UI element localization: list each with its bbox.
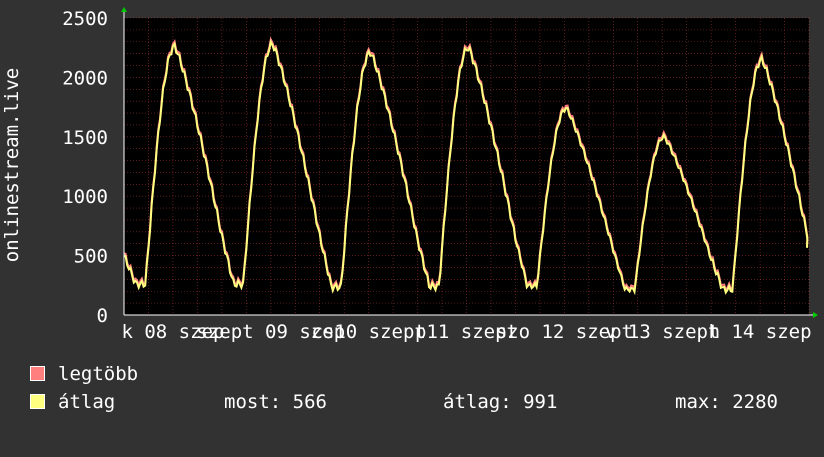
y-axis-arrow: [121, 7, 127, 12]
y-tick-label: 0: [97, 305, 108, 327]
x-tick-label: h 14 szep: [709, 321, 812, 343]
legend-item-avg: átlag: [30, 391, 115, 413]
x-tick-label: v 13 szept: [605, 321, 719, 343]
legend-swatch-max: [30, 366, 45, 381]
y-tick-label: 1500: [62, 127, 108, 149]
legend-item-max: legtöbb: [30, 363, 138, 385]
y-tick-label: 2500: [62, 8, 108, 30]
x-axis-arrow: [813, 312, 818, 318]
stat-average: átlag: 991: [443, 391, 558, 413]
y-axis-label: onlinestream.live: [1, 68, 23, 262]
legend-label-max: legtöbb: [58, 363, 139, 385]
chart: 05001000150020002500 k 08 szepszept 09 s…: [1, 7, 818, 343]
stat-current: most: 566: [224, 391, 327, 413]
y-tick-label: 1000: [62, 186, 108, 208]
x-tick-label: cs10 szept: [311, 321, 425, 343]
stat-max: max: 2280: [675, 391, 778, 413]
legend-label-avg: átlag: [58, 391, 116, 413]
y-tick-label: 2000: [62, 67, 108, 89]
legend-swatch-avg: [30, 394, 45, 409]
y-tick-label: 500: [74, 246, 108, 268]
